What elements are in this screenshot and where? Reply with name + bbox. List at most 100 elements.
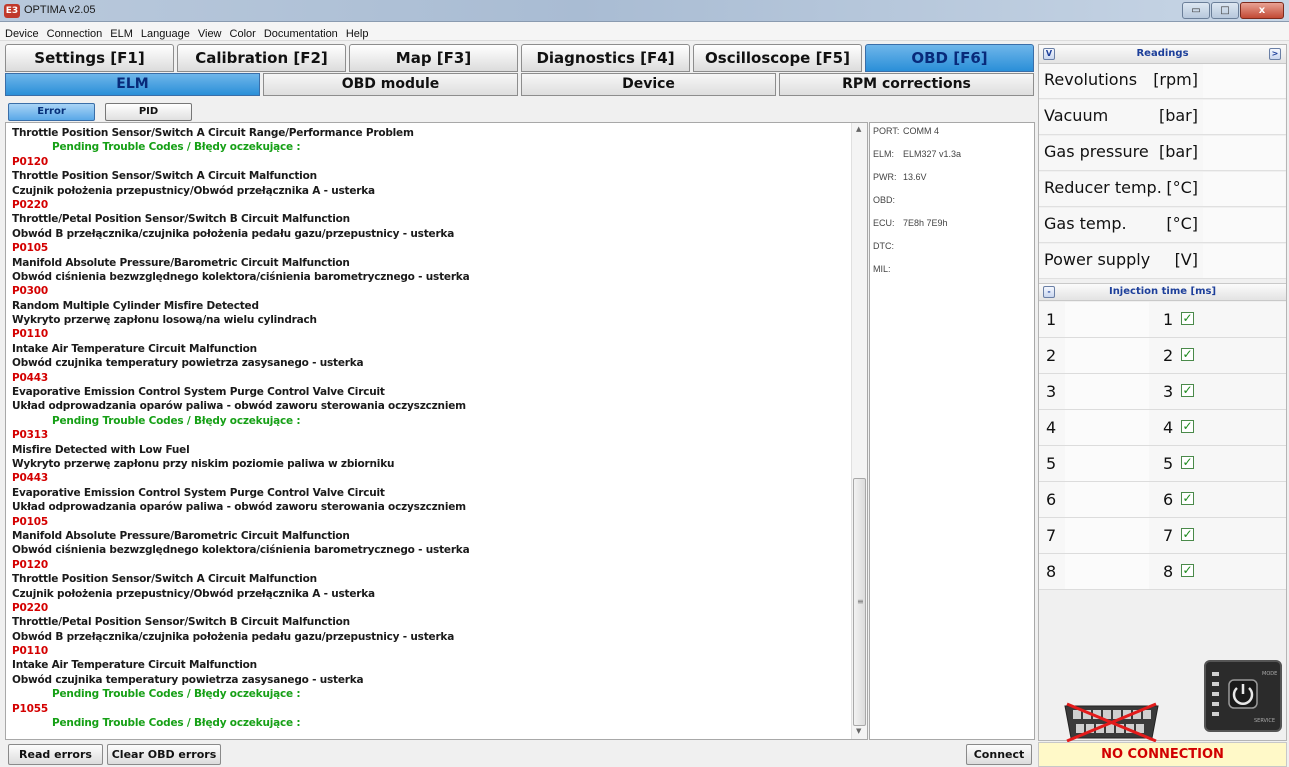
window-title: OPTIMA v2.05 [24,4,96,16]
error-code: P0443 [12,472,48,485]
tab-sub-2[interactable]: Device [521,73,776,96]
injector-label: 8 [1163,562,1174,581]
reading-value [1203,64,1285,98]
menu-item-elm[interactable]: ELM [105,25,136,40]
error-code: P0220 [12,601,48,614]
injection-row: 4 4 ✓ [1039,410,1286,446]
error-code: P0120 [12,155,48,168]
info-row: PORT: COMM 4 [873,126,939,136]
injector-label: 4 [1163,418,1174,437]
info-row: PWR: 13.6V [873,172,927,182]
scroll-thumb[interactable]: ≡ [853,478,866,726]
injection-row: 1 1 ✓ [1039,302,1286,338]
menu-item-help[interactable]: Help [341,25,372,40]
injector-enabled-checkbox[interactable]: ✓ [1181,456,1194,469]
read-errors-button[interactable]: Read errors [8,744,103,765]
title-bar: E3 OPTIMA v2.05 ▭ □ x [0,0,1289,22]
reading-unit: [bar] [1158,106,1198,125]
app-window: E3 OPTIMA v2.05 ▭ □ x Device Connection EL… [0,0,1289,767]
reading-name: Gas pressure [1044,142,1149,161]
vertical-scrollbar[interactable]: ▲ ≡ ▼ [851,123,867,739]
menu-item-connection[interactable]: Connection [42,25,106,40]
injection-row: 2 2 ✓ [1039,338,1286,374]
tab-main-1[interactable]: Calibration [F2] [177,44,346,72]
error-code: P0443 [12,371,48,384]
injector-label: 2 [1163,346,1174,365]
expand-readings-button[interactable]: > [1269,48,1281,60]
injection-header: - Injection time [ms] [1039,283,1286,301]
scroll-up-arrow-icon[interactable]: ▲ [856,125,861,133]
error-description: Obwód B przełącznika/czujnika położenia … [12,227,455,240]
injection-row: 6 6 ✓ [1039,482,1286,518]
error-description: Random Multiple Cylinder Misfire Detecte… [12,299,259,312]
injection-time-value [1065,554,1149,589]
pending-codes-header: Pending Trouble Codes / Błędy oczekujące… [52,141,301,154]
error-description: Throttle Position Sensor/Switch A Circui… [12,573,317,586]
injector-enabled-checkbox[interactable]: ✓ [1181,384,1194,397]
tab-sub-1[interactable]: OBD module [263,73,518,96]
error-description: Obwód ciśnienia bezwzględnego kolektora/… [12,544,470,557]
info-value: COMM 4 [903,126,939,136]
error-description: Intake Air Temperature Circuit Malfuncti… [12,659,257,672]
reading-unit: [V] [1174,250,1198,269]
menu-item-language[interactable]: Language [136,25,193,40]
injector-enabled-checkbox[interactable]: ✓ [1181,420,1194,433]
error-code: P0120 [12,558,48,571]
injector-enabled-checkbox[interactable]: ✓ [1181,348,1194,361]
injector-number: 7 [1046,526,1057,545]
reading-unit: [°C] [1166,214,1198,233]
reading-unit: [bar] [1158,142,1198,161]
info-key: MIL: [873,264,891,274]
error-description: Intake Air Temperature Circuit Malfuncti… [12,342,257,355]
tab-pid[interactable]: PID [105,103,192,121]
info-row: OBD: [873,195,903,205]
error-description: Evaporative Emission Control System Purg… [12,486,385,499]
maximize-button[interactable]: □ [1211,2,1239,19]
readings-panel: V Readings > Revolutions [rpm] Vacuum [bar]… [1038,44,1287,743]
error-code: P0110 [12,328,48,341]
error-description: Manifold Absolute Pressure/Barometric Ci… [12,529,350,542]
menu-item-documentation[interactable]: Documentation [259,25,341,40]
tab-main-3[interactable]: Diagnostics [F4] [521,44,690,72]
error-description: Czujnik położenia przepustnicy/Obwód prz… [12,587,375,600]
pending-codes-header: Pending Trouble Codes / Błędy oczekujące… [52,717,301,730]
injector-number: 3 [1046,382,1057,401]
tab-main-4[interactable]: Oscilloscope [F5] [693,44,862,72]
injection-title: Injection time [ms] [1108,286,1217,297]
injection-time-value [1065,302,1149,337]
error-log-panel[interactable]: Throttle Position Sensor/Switch A Circui… [5,122,868,740]
info-row: ELM: ELM327 v1.3a [873,149,961,159]
tab-error[interactable]: Error [8,103,95,121]
tab-main-5[interactable]: OBD [F6] [865,44,1034,72]
injector-number: 1 [1046,310,1057,329]
info-key: PWR: [873,172,897,182]
injector-enabled-checkbox[interactable]: ✓ [1181,564,1194,577]
menu-item-view[interactable]: View [193,25,225,40]
reading-name: Power supply [1044,250,1151,269]
minimize-button[interactable]: ▭ [1182,2,1210,19]
readings-title: Readings [1136,48,1189,59]
error-description: Throttle/Petal Position Sensor/Switch B … [12,616,350,629]
error-description: Evaporative Emission Control System Purg… [12,386,385,399]
tab-main-2[interactable]: Map [F3] [349,44,518,72]
device-power-icon: MODE SERVICE [1204,660,1282,732]
connect-button[interactable]: Connect [966,744,1032,765]
injector-enabled-checkbox[interactable]: ✓ [1181,528,1194,541]
tab-main-0[interactable]: Settings [F1] [5,44,174,72]
menu-bar: Device Connection ELM Language View Color Docu… [0,22,1289,41]
clear-obd-errors-button[interactable]: Clear OBD errors [107,744,221,765]
error-code: P1055 [12,702,48,715]
scroll-down-arrow-icon[interactable]: ▼ [856,727,861,735]
info-key: PORT: [873,126,900,136]
injector-label: 6 [1163,490,1174,509]
close-button[interactable]: x [1240,2,1284,19]
tab-sub-0[interactable]: ELM [5,73,260,96]
menu-item-color[interactable]: Color [225,25,259,40]
tab-sub-3[interactable]: RPM corrections [779,73,1034,96]
injector-enabled-checkbox[interactable]: ✓ [1181,312,1194,325]
reading-unit: [rpm] [1153,70,1198,89]
menu-item-device[interactable]: Device [0,25,42,40]
injector-enabled-checkbox[interactable]: ✓ [1181,492,1194,505]
reading-name: Vacuum [1044,106,1109,125]
reading-row: Reducer temp. [°C] [1039,172,1286,207]
